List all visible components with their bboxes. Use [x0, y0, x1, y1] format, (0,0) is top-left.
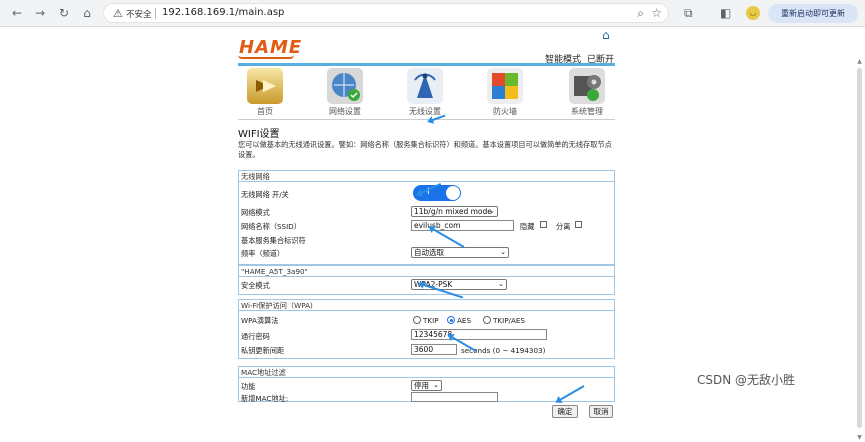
forward-icon[interactable]: → — [33, 6, 47, 20]
bookmark-star-icon[interactable]: ☆ — [651, 6, 662, 20]
reload-icon[interactable]: ↻ — [57, 6, 71, 20]
wireless-section-title: 无线网络 — [239, 171, 614, 182]
insecure-label[interactable]: 不安全 — [126, 8, 152, 20]
security-section: "HAME_A5T_3a90" 安全模式 WPA2-PSK ⌄ — [238, 265, 615, 295]
url-text[interactable]: 192.168.169.1/main.asp — [162, 7, 284, 18]
address-bar[interactable]: ⚠ 不安全 192.168.169.1/main.asp ⌕ ☆ — [103, 3, 669, 23]
wpa-section: Wi-Fi保护访问（WPA) WPA演算法 TKIP AES TKIP/AES … — [238, 299, 615, 359]
side-panel-icon[interactable]: ◧ — [720, 6, 731, 20]
radio-aes[interactable] — [447, 316, 455, 324]
wireless-section: 无线网络 无线网络 开/关 I 网络模式 11b/g/n mixed mode ⌄… — [238, 170, 615, 265]
mac-function-value: 停用 — [414, 381, 429, 390]
network-mode-value: 11b/g/n mixed mode — [414, 207, 492, 216]
hide-ssid-label: 隐藏 — [520, 222, 535, 231]
network-mode-select[interactable]: 11b/g/n mixed mode ⌄ — [411, 206, 498, 217]
menu-item-system[interactable]: 系统管理 — [565, 68, 609, 118]
rekey-label: 私钥更新间距 — [241, 346, 285, 355]
menu-label-firewall: 防火墙 — [493, 107, 517, 116]
page-title: WIFI设置 — [238, 129, 280, 140]
scrollbar[interactable]: ▲ ▼ — [856, 58, 863, 442]
mac-section-title: MAC地址过滤 — [239, 367, 614, 378]
menu-label-system: 系统管理 — [571, 107, 603, 116]
home-arrow-icon — [247, 68, 283, 104]
back-icon[interactable]: ← — [10, 6, 24, 20]
header-divider — [238, 63, 615, 66]
globe-check-icon — [327, 68, 363, 104]
mac-function-select[interactable]: 停用 ⌄ — [411, 380, 442, 391]
antenna-icon — [407, 68, 443, 104]
channel-value: 自动选取 — [414, 248, 444, 257]
chevron-down-icon: ⌄ — [500, 248, 506, 256]
scroll-thumb[interactable] — [857, 68, 862, 428]
radio-tkip-label: TKIP — [423, 316, 439, 325]
mac-add-label: 新增MAC地址: — [241, 394, 289, 403]
bssid-label: 基本服务集合标识符 — [241, 236, 306, 245]
chevron-down-icon: ⌄ — [489, 207, 495, 215]
network-mode-label: 网络模式 — [241, 208, 270, 217]
warning-icon[interactable]: ⚠ — [113, 7, 123, 20]
security-section-title: "HAME_A5T_3a90" — [239, 266, 614, 277]
wpa-section-title: Wi-Fi保护访问（WPA) — [239, 300, 614, 311]
shield-flag-icon — [487, 68, 523, 104]
chevron-down-icon: ⌄ — [433, 381, 439, 389]
menu-label-network: 网络设置 — [329, 107, 361, 116]
isolate-label: 分离 — [556, 222, 571, 231]
channel-label: 频率（频道） — [241, 249, 285, 258]
menu-item-home[interactable]: 首页 — [243, 68, 287, 118]
menu-item-firewall[interactable]: 防火墙 — [483, 68, 527, 118]
chevron-down-icon: ⌄ — [498, 280, 504, 288]
logo-swoosh — [238, 55, 294, 59]
radio-aes-label: AES — [457, 316, 472, 325]
update-button[interactable]: 重新启动即可更新 — [768, 4, 858, 23]
ssid-label: 网络名称（SSID） — [241, 222, 301, 231]
passphrase-input[interactable]: 12345678 — [411, 329, 547, 340]
channel-select[interactable]: 自动选取 ⌄ — [411, 247, 509, 258]
radio-tkip[interactable] — [413, 316, 421, 324]
passphrase-label: 通行密码 — [241, 332, 270, 341]
extensions-icon[interactable]: ⧉ — [684, 6, 693, 21]
menu-item-network[interactable]: 网络设置 — [323, 68, 367, 118]
toggle-knob — [446, 186, 460, 200]
radio-tkip-aes[interactable] — [483, 316, 491, 324]
home-nav-icon[interactable]: ⌂ — [80, 6, 94, 20]
cancel-button[interactable]: 取消 — [589, 405, 613, 418]
menu-item-wireless[interactable]: 无线设置 — [403, 68, 447, 118]
menu-label-home: 首页 — [257, 107, 273, 116]
mac-function-label: 功能 — [241, 382, 256, 391]
rekey-input[interactable]: 3600 — [411, 344, 457, 355]
omnibox-separator — [155, 8, 156, 19]
mac-add-input[interactable] — [411, 392, 498, 402]
router-page: HAME ⌂ 智能模式 已断开 首页 网络设置 无线设置 防火墙 系统管理 WI… — [0, 28, 865, 441]
radio-tkip-aes-label: TKIP/AES — [493, 316, 525, 325]
csdn-watermark: CSDN @无敌小胜 — [697, 373, 796, 387]
browser-toolbar: ← → ↻ ⌂ ⚠ 不安全 192.168.169.1/main.asp ⌕ ☆… — [0, 0, 865, 27]
home-icon[interactable]: ⌂ — [602, 28, 610, 42]
profile-avatar[interactable]: ◡ — [746, 6, 760, 20]
scroll-down-icon[interactable]: ▼ — [856, 434, 863, 442]
hide-ssid-checkbox[interactable] — [540, 221, 547, 228]
wireless-switch-label: 无线网络 开/关 — [241, 190, 289, 199]
zoom-icon[interactable]: ⌕ — [637, 6, 644, 21]
gear-icon — [569, 68, 605, 104]
ok-button[interactable]: 确定 — [552, 405, 578, 418]
isolate-checkbox[interactable] — [575, 221, 582, 228]
scroll-up-icon[interactable]: ▲ — [856, 58, 863, 66]
page-description: 您可以做基本的无线通讯设置。譬如：网络名称（服务集合标识符）和频道。基本设置项目… — [238, 140, 612, 159]
security-mode-label: 安全模式 — [241, 281, 270, 290]
wpa-algo-label: WPA演算法 — [241, 316, 279, 325]
